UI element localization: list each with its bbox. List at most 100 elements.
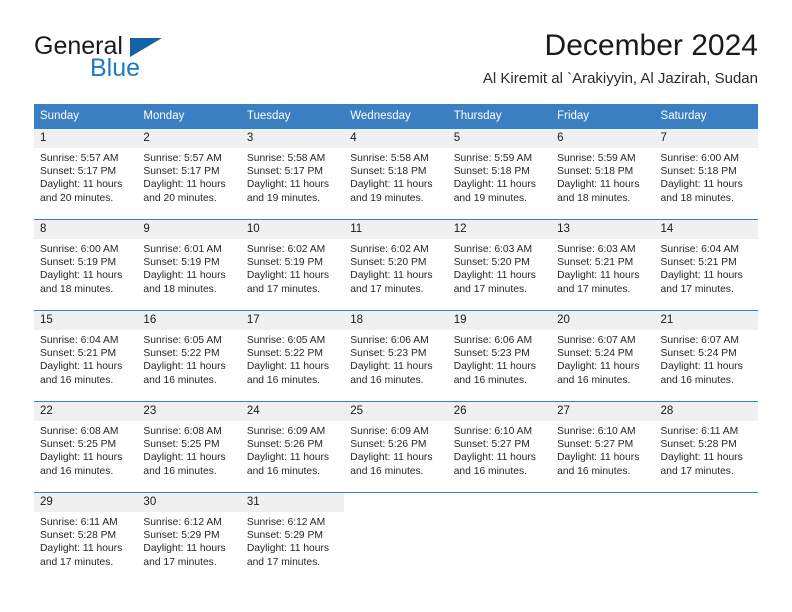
calendar-day-cell[interactable]: 31 Sunrise: 6:12 AM Sunset: 5:29 PM Dayligh… [240, 492, 345, 583]
day-number: 4 [344, 129, 448, 148]
day-sunrise-text: Sunrise: 6:03 AM [453, 244, 533, 255]
day-sunset-text: Sunset: 5:18 PM [557, 166, 634, 178]
calendar-day-cell[interactable]: 4 Sunrise: 5:58 AM Sunset: 5:18 PM Daylight… [344, 129, 448, 220]
day-sunset-text: Sunset: 5:19 PM [143, 257, 220, 269]
day-number: 31 [240, 493, 345, 512]
calendar-day-cell[interactable]: 22 Sunrise: 6:08 AM Sunset: 5:25 PM Dayligh… [34, 401, 138, 493]
day-daylight2-text: and 16 minutes. [453, 465, 527, 477]
day-details: Sunrise: 6:08 AM Sunset: 5:25 PM Daylight:… [34, 421, 137, 478]
day-number: 2 [137, 129, 241, 148]
weekday-header-friday: Friday [551, 104, 655, 129]
day-daylight1-text: Daylight: 11 hours [350, 452, 433, 464]
day-daylight2-text: and 19 minutes. [453, 192, 527, 204]
day-sunrise-text: Sunrise: 6:02 AM [350, 244, 429, 255]
day-daylight2-text: and 16 minutes. [246, 465, 321, 477]
day-daylight1-text: Daylight: 11 hours [143, 270, 226, 282]
calendar-day-cell[interactable]: 25 Sunrise: 6:09 AM Sunset: 5:26 PM Dayligh… [344, 401, 448, 493]
calendar-day-cell[interactable]: 21 Sunrise: 6:07 AM Sunset: 5:24 PM Dayligh… [654, 310, 758, 402]
day-sunset-text: Sunset: 5:27 PM [453, 439, 530, 451]
calendar-day-cell[interactable]: 28 Sunrise: 6:11 AM Sunset: 5:28 PM Dayligh… [654, 401, 758, 493]
calendar-day-cell[interactable]: 24 Sunrise: 6:09 AM Sunset: 5:26 PM Dayligh… [240, 401, 345, 493]
calendar-body: 1 Sunrise: 5:57 AM Sunset: 5:17 PM Daylight… [34, 129, 758, 583]
day-daylight1-text: Daylight: 11 hours [246, 361, 330, 373]
day-sunset-text: Sunset: 5:28 PM [40, 530, 117, 542]
day-daylight2-text: and 16 minutes. [453, 374, 527, 386]
day-sunset-text: Sunset: 5:25 PM [143, 439, 220, 451]
brand-logo[interactable]: General Blue [34, 32, 244, 90]
calendar-day-cell[interactable]: 10 Sunrise: 6:02 AM Sunset: 5:19 PM Dayligh… [240, 219, 345, 311]
calendar-day-cell[interactable]: 2 Sunrise: 5:57 AM Sunset: 5:17 PM Daylight… [137, 129, 241, 220]
calendar-day-cell[interactable]: 19 Sunrise: 6:06 AM Sunset: 5:23 PM Dayligh… [447, 310, 552, 402]
day-daylight2-text: and 17 minutes. [350, 283, 424, 295]
day-number: 18 [344, 311, 448, 330]
day-sunrise-text: Sunrise: 6:04 AM [660, 244, 739, 255]
day-number: 9 [137, 220, 241, 239]
calendar-day-cell[interactable]: 11 Sunrise: 6:02 AM Sunset: 5:20 PM Dayligh… [344, 219, 448, 311]
day-details: Sunrise: 5:59 AM Sunset: 5:18 PM Daylight:… [448, 148, 551, 205]
calendar-day-cell[interactable]: 30 Sunrise: 6:12 AM Sunset: 5:29 PM Dayligh… [137, 492, 241, 583]
calendar-day-cell[interactable]: 7 Sunrise: 6:00 AM Sunset: 5:18 PM Daylight… [654, 129, 758, 220]
day-daylight2-text: and 16 minutes. [143, 374, 217, 386]
day-daylight1-text: Daylight: 11 hours [660, 452, 743, 464]
day-details: Sunrise: 6:09 AM Sunset: 5:26 PM Daylight:… [241, 421, 344, 478]
day-number: 23 [137, 402, 241, 421]
day-daylight2-text: and 17 minutes. [246, 556, 321, 568]
day-details: Sunrise: 6:12 AM Sunset: 5:29 PM Daylight:… [137, 512, 240, 569]
day-number [551, 493, 654, 512]
calendar-day-cell[interactable]: 6 Sunrise: 5:59 AM Sunset: 5:18 PM Daylight… [551, 129, 655, 220]
calendar-day-cell[interactable]: 27 Sunrise: 6:10 AM Sunset: 5:27 PM Dayligh… [551, 401, 655, 493]
day-number: 24 [240, 402, 345, 421]
calendar-day-cell[interactable]: 12 Sunrise: 6:03 AM Sunset: 5:20 PM Dayligh… [447, 219, 552, 311]
day-sunset-text: Sunset: 5:26 PM [350, 439, 427, 451]
day-details: Sunrise: 6:02 AM Sunset: 5:20 PM Daylight:… [344, 239, 447, 296]
calendar-day-cell[interactable]: 9 Sunrise: 6:01 AM Sunset: 5:19 PM Daylight… [137, 219, 241, 311]
calendar-day-cell[interactable]: 13 Sunrise: 6:03 AM Sunset: 5:21 PM Dayligh… [551, 219, 655, 311]
day-sunset-text: Sunset: 5:21 PM [660, 257, 737, 269]
day-daylight1-text: Daylight: 11 hours [143, 543, 226, 555]
day-sunrise-text: Sunrise: 6:06 AM [350, 335, 429, 346]
day-sunset-text: Sunset: 5:22 PM [143, 348, 220, 360]
day-sunrise-text: Sunrise: 5:57 AM [40, 153, 119, 164]
day-sunset-text: Sunset: 5:18 PM [453, 166, 530, 178]
day-daylight2-text: and 17 minutes. [453, 283, 527, 295]
day-details: Sunrise: 6:02 AM Sunset: 5:19 PM Daylight:… [241, 239, 344, 296]
day-sunrise-text: Sunrise: 6:08 AM [40, 426, 119, 437]
calendar-day-cell[interactable]: 29 Sunrise: 6:11 AM Sunset: 5:28 PM Dayligh… [34, 492, 138, 583]
day-sunrise-text: Sunrise: 6:10 AM [453, 426, 533, 437]
day-daylight1-text: Daylight: 11 hours [660, 361, 743, 373]
day-details: Sunrise: 6:00 AM Sunset: 5:19 PM Daylight:… [34, 239, 137, 296]
calendar-day-cell[interactable]: 14 Sunrise: 6:04 AM Sunset: 5:21 PM Dayligh… [654, 219, 758, 311]
calendar-day-cell[interactable]: 17 Sunrise: 6:05 AM Sunset: 5:22 PM Dayligh… [240, 310, 345, 402]
day-details: Sunrise: 6:08 AM Sunset: 5:25 PM Daylight:… [137, 421, 240, 478]
page-title: December 2024 [544, 29, 758, 62]
day-number: 3 [240, 129, 345, 148]
day-number: 30 [137, 493, 241, 512]
day-number: 10 [240, 220, 345, 239]
day-daylight1-text: Daylight: 11 hours [453, 270, 536, 282]
calendar-day-cell[interactable]: 15 Sunrise: 6:04 AM Sunset: 5:21 PM Dayligh… [34, 310, 138, 402]
day-sunset-text: Sunset: 5:21 PM [557, 257, 634, 269]
day-details: Sunrise: 6:10 AM Sunset: 5:27 PM Daylight:… [551, 421, 654, 478]
day-daylight1-text: Daylight: 11 hours [246, 270, 330, 282]
calendar-day-cell[interactable]: 5 Sunrise: 5:59 AM Sunset: 5:18 PM Daylight… [447, 129, 552, 220]
calendar-day-cell[interactable]: 3 Sunrise: 5:58 AM Sunset: 5:17 PM Daylight… [240, 129, 345, 220]
day-sunrise-text: Sunrise: 5:58 AM [350, 153, 429, 164]
calendar-day-cell[interactable]: 1 Sunrise: 5:57 AM Sunset: 5:17 PM Daylight… [34, 129, 138, 220]
day-sunrise-text: Sunrise: 6:03 AM [557, 244, 636, 255]
calendar-day-cell[interactable]: 16 Sunrise: 6:05 AM Sunset: 5:22 PM Dayligh… [137, 310, 241, 402]
calendar-day-cell[interactable]: 26 Sunrise: 6:10 AM Sunset: 5:27 PM Dayligh… [447, 401, 552, 493]
day-sunrise-text: Sunrise: 6:08 AM [143, 426, 222, 437]
day-daylight2-text: and 17 minutes. [660, 465, 734, 477]
calendar-day-cell[interactable]: 8 Sunrise: 6:00 AM Sunset: 5:19 PM Daylight… [34, 219, 138, 311]
calendar-day-cell[interactable]: 23 Sunrise: 6:08 AM Sunset: 5:25 PM Dayligh… [137, 401, 241, 493]
page-header: General Blue December 2024 Al Kiremit al… [34, 28, 758, 96]
day-sunrise-text: Sunrise: 6:02 AM [246, 244, 326, 255]
day-number: 12 [447, 220, 552, 239]
day-daylight1-text: Daylight: 11 hours [40, 361, 123, 373]
day-number [344, 493, 447, 512]
day-sunset-text: Sunset: 5:21 PM [40, 348, 117, 360]
day-daylight1-text: Daylight: 11 hours [453, 179, 536, 191]
calendar-page: General Blue December 2024 Al Kiremit al… [0, 0, 792, 612]
calendar-day-cell[interactable]: 18 Sunrise: 6:06 AM Sunset: 5:23 PM Dayligh… [344, 310, 448, 402]
calendar-day-cell[interactable]: 20 Sunrise: 6:07 AM Sunset: 5:24 PM Dayligh… [551, 310, 655, 402]
